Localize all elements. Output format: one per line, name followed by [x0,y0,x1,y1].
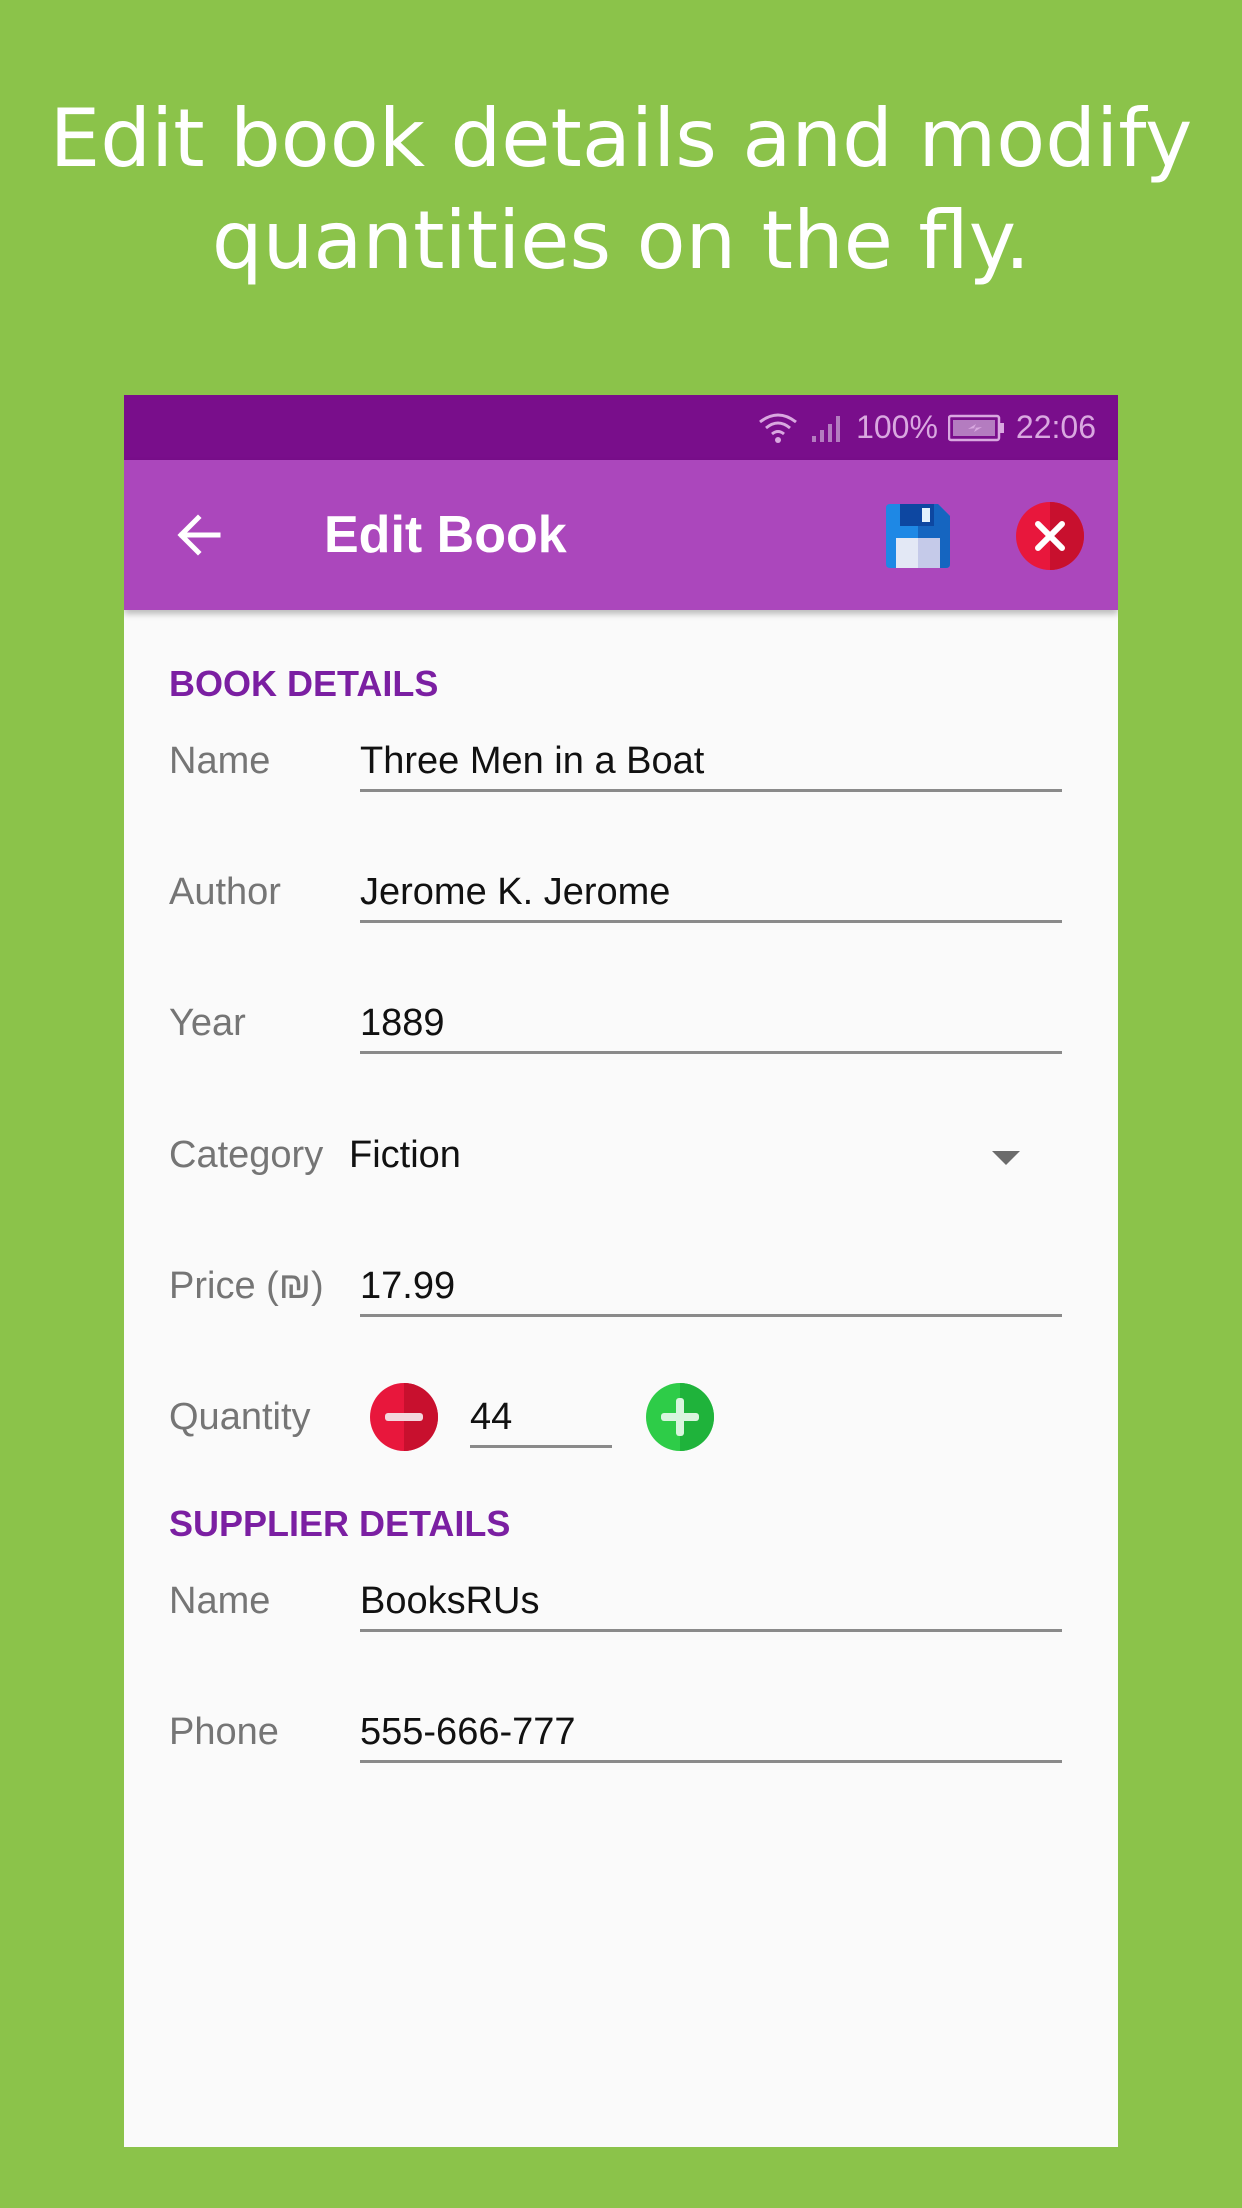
author-field[interactable]: Jerome K. Jerome [360,870,1062,923]
plus-icon [646,1383,714,1451]
price-value: 17.99 [360,1265,456,1307]
promo-headline: Edit book details and modify quantities … [0,88,1242,292]
minus-icon [370,1383,438,1451]
app-screen: 100% 22:06 Edit Book BOOK DETAILS Name T… [124,395,1118,2147]
increase-quantity-button[interactable] [646,1383,714,1451]
phone-value: 555-666-777 [360,1711,576,1753]
decrease-quantity-button[interactable] [370,1383,438,1451]
label-price: Price (₪) [169,1265,324,1307]
book-name-value: Three Men in a Boat [360,740,705,782]
headline-line-1: Edit book details and modify [49,92,1193,185]
dropdown-arrow-icon [992,1151,1020,1165]
save-button[interactable] [882,500,954,572]
page-title: Edit Book [324,506,567,564]
label-phone: Phone [169,1711,279,1753]
app-bar: Edit Book [124,460,1118,610]
back-button[interactable] [168,504,230,566]
clock: 22:06 [1015,409,1096,445]
author-value: Jerome K. Jerome [360,871,671,913]
floppy-disk-icon [886,504,950,568]
label-quantity: Quantity [169,1396,311,1438]
signal-icon [810,412,846,444]
section-title-book-details: BOOK DETAILS [169,663,439,704]
label-supplier-name: Name [169,1580,271,1622]
supplier-name-field[interactable]: BooksRUs [360,1579,1062,1632]
battery-icon [947,414,1006,442]
label-author: Author [169,871,281,913]
back-arrow-icon [177,514,221,556]
year-field[interactable]: 1889 [360,1001,1062,1054]
close-button[interactable] [1016,502,1084,570]
quantity-field[interactable]: 44 [470,1395,612,1448]
section-title-supplier-details: SUPPLIER DETAILS [169,1503,511,1544]
wifi-icon [756,410,800,446]
label-category: Category [169,1134,324,1176]
category-value: Fiction [349,1134,461,1176]
book-name-field[interactable]: Three Men in a Boat [360,739,1062,792]
headline-line-2: quantities on the fly. [211,194,1031,287]
price-field[interactable]: 17.99 [360,1264,1062,1317]
quantity-value: 44 [470,1396,513,1438]
year-value: 1889 [360,1002,445,1044]
phone-field[interactable]: 555-666-777 [360,1710,1062,1763]
label-year: Year [169,1002,246,1044]
close-icon [1016,502,1084,570]
category-dropdown[interactable]: Fiction [349,1133,1062,1183]
status-bar: 100% 22:06 [124,395,1118,460]
battery-percent: 100% [856,409,938,445]
supplier-name-value: BooksRUs [360,1580,540,1622]
label-book-name: Name [169,740,271,782]
